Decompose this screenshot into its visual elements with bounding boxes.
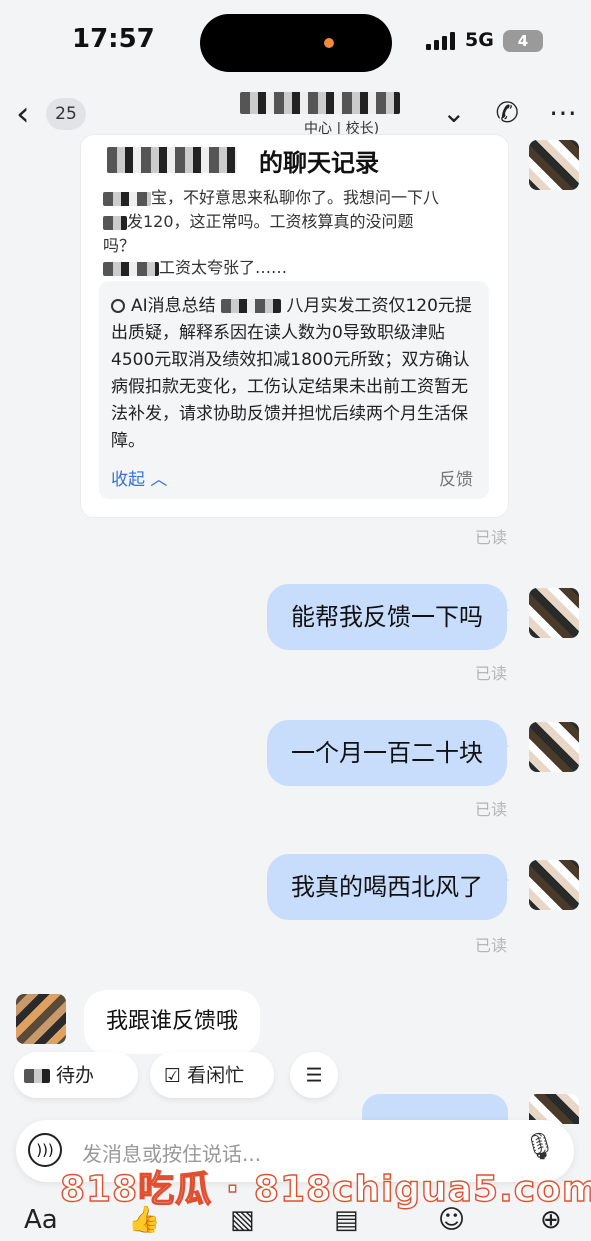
todo-label: 待办 <box>56 1064 95 1087</box>
quick-actions: 待办 ☑ 看闲忙 ☰ <box>0 1048 591 1102</box>
avatar[interactable] <box>529 140 579 190</box>
card-title: 的聊天记录 <box>259 149 379 177</box>
status-time: 17:57 <box>72 24 155 54</box>
message-bubble[interactable]: 一个月一百二十块 <box>267 720 509 786</box>
signal-icon <box>426 32 455 50</box>
unread-badge[interactable]: 25 <box>46 98 86 130</box>
read-status: 已读 <box>474 800 507 819</box>
card-line: 宝，不好意思来私聊你了。我想问一下八 <box>103 187 493 209</box>
card-text: 发120，这正常吗。工资核算真的没问题 <box>127 212 414 231</box>
voice-icon[interactable]: ))) <box>28 1133 62 1167</box>
thumbs-up-icon[interactable]: 👍 <box>128 1205 160 1235</box>
chat-title-redacted <box>240 92 400 114</box>
redacted <box>103 191 151 206</box>
dynamic-island <box>200 14 392 72</box>
add-icon[interactable]: ⊕ <box>540 1205 562 1235</box>
card-line: 工资太夸张了…… <box>103 257 493 279</box>
avatar[interactable] <box>529 588 579 638</box>
todo-chip[interactable]: 待办 <box>14 1052 138 1098</box>
composer-toolbar: Aa 👍 ▧ ▤ ☺ ⊕ <box>0 1203 591 1241</box>
ai-summary-text: AI消息总结 八月实发工资仅120元提出质疑，解释系因在读人数为0导致职级津贴4… <box>111 293 481 455</box>
battery-icon: 4 <box>503 30 543 52</box>
microphone-icon[interactable]: 🎙 <box>523 1132 556 1162</box>
card-line: 吗？ <box>103 236 136 255</box>
ai-icon[interactable]: ▤ <box>334 1205 359 1235</box>
avatar[interactable] <box>529 860 579 910</box>
schedule-label: 看闲忙 <box>187 1064 245 1087</box>
network-type: 5G <box>465 29 494 51</box>
back-icon[interactable]: ‹ <box>16 94 30 134</box>
redacted <box>24 1068 50 1083</box>
video-call-icon[interactable]: ✆ <box>496 96 519 129</box>
more-icon[interactable]: ⋯ <box>549 96 577 129</box>
menu-icon: ☰ <box>305 1064 323 1087</box>
redacted <box>221 299 282 313</box>
card-title-redacted <box>107 147 237 173</box>
header-actions: ⌄ ✆ ⋯ <box>442 96 577 129</box>
read-status: 已读 <box>474 936 507 955</box>
read-status: 已读 <box>474 664 507 683</box>
ai-icon <box>111 299 125 313</box>
menu-chip[interactable]: ☰ <box>290 1052 338 1098</box>
chevron-up-icon: ︿ <box>150 470 168 490</box>
message-bubble[interactable]: 我跟谁反馈哦 <box>84 990 261 1054</box>
image-icon[interactable]: ▧ <box>230 1205 255 1235</box>
card-text: 工资太夸张了…… <box>159 258 288 277</box>
font-icon[interactable]: Aa <box>24 1205 58 1235</box>
avatar[interactable] <box>529 722 579 772</box>
recording-indicator-icon <box>324 38 334 48</box>
message-bubble[interactable]: 能帮我反馈一下吗 <box>267 584 509 650</box>
chat-record-card[interactable]: 的聊天记录 宝，不好意思来私聊你了。我想问一下八 发120，这正常吗。工资核算真… <box>80 134 509 518</box>
status-bar: 17:57 5G 4 <box>0 0 591 88</box>
avatar[interactable] <box>16 994 66 1044</box>
feedback-button[interactable]: 反馈 <box>439 465 473 490</box>
redacted <box>103 261 159 276</box>
chevron-down-icon[interactable]: ⌄ <box>442 96 465 129</box>
read-status: 已读 <box>474 528 507 547</box>
collapse-label: 收起 <box>111 470 145 490</box>
ai-summary-box: AI消息总结 八月实发工资仅120元提出质疑，解释系因在读人数为0导致职级津贴4… <box>99 281 489 499</box>
calendar-check-icon: ☑ <box>164 1064 182 1087</box>
card-line: 发120，这正常吗。工资核算真的没问题 <box>103 211 493 233</box>
schedule-chip[interactable]: ☑ 看闲忙 <box>150 1052 274 1098</box>
collapse-button[interactable]: 收起 ︿ <box>111 465 167 490</box>
card-text: 宝，不好意思来私聊你了。我想问一下八 <box>151 188 440 207</box>
ai-summary-label: AI消息总结 <box>131 296 216 316</box>
redacted <box>103 215 127 230</box>
message-bubble[interactable]: 我真的喝西北风了 <box>267 854 509 920</box>
emoji-icon[interactable]: ☺ <box>438 1205 465 1235</box>
ai-summary-body: 八月实发工资仅120元提出质疑，解释系因在读人数为0导致职级津贴4500元取消及… <box>111 296 472 451</box>
